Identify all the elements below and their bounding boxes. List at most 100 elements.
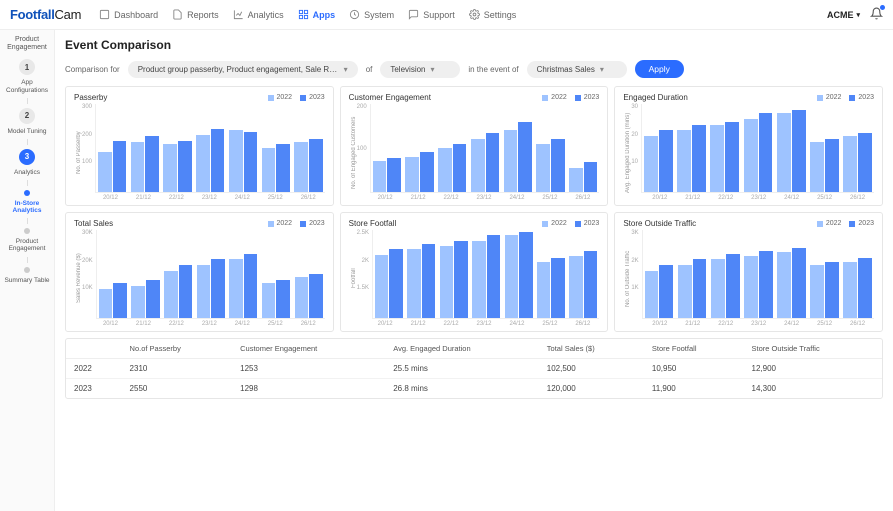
metrics-select[interactable]: Product group passerby, Product engageme…: [128, 61, 358, 78]
bar-group: [229, 230, 257, 318]
y-axis-ticks: 3K2K1K: [631, 230, 641, 319]
filter-in: in the event of: [468, 65, 518, 74]
top-right: ACME ▾: [827, 7, 883, 23]
chart-header: Customer Engagement20222023: [349, 93, 600, 102]
sidebar: Product Engagement 1 App Configurations …: [0, 30, 55, 511]
bar-group: [131, 230, 159, 318]
nav-apps[interactable]: Apps: [298, 9, 336, 20]
bar-group: [644, 104, 673, 192]
x-axis-ticks: 20/1221/1222/1223/1224/1225/1226/12: [82, 195, 325, 201]
chart-header: Total Sales20222023: [74, 219, 325, 228]
apply-button[interactable]: Apply: [635, 60, 684, 78]
bar-group: [472, 230, 500, 318]
nav-label: Settings: [484, 10, 517, 20]
bar-group: [777, 104, 806, 192]
legend-item: 2023: [849, 220, 874, 227]
sub-product-engagement[interactable]: Product Engagement: [0, 238, 54, 252]
bar: [584, 251, 597, 318]
system-icon: [349, 9, 360, 20]
bar-group: [197, 230, 225, 318]
nav-label: Apps: [313, 10, 336, 20]
connector: [27, 218, 28, 224]
bar-group: [99, 230, 127, 318]
bar-group: [98, 104, 126, 192]
legend-swatch: [268, 221, 274, 227]
filter-prefix: Comparison for: [65, 65, 120, 74]
sub-bullet-active[interactable]: [24, 190, 30, 196]
bar: [197, 265, 211, 318]
nav-settings[interactable]: Settings: [469, 9, 517, 20]
bar: [309, 139, 323, 192]
table-cell: 12,900: [744, 359, 883, 379]
gear-icon: [469, 9, 480, 20]
bar: [211, 259, 225, 318]
bar: [825, 139, 839, 192]
bar: [536, 144, 550, 192]
y-axis-ticks: 302010: [631, 104, 641, 193]
event-select[interactable]: Christmas Sales ▾: [527, 61, 627, 78]
bar-group: [295, 230, 323, 318]
sub-summary-table[interactable]: Summary Table: [2, 277, 51, 284]
bar: [229, 259, 243, 318]
bar: [131, 142, 145, 192]
nav-label: Reports: [187, 10, 219, 20]
bars-area: [642, 230, 874, 319]
chevron-down-icon: ▾: [431, 65, 435, 74]
bar-group: [536, 104, 564, 192]
bar-group: [710, 104, 739, 192]
sub-in-store[interactable]: In-Store Analytics: [0, 200, 54, 214]
nav-support[interactable]: Support: [408, 9, 455, 20]
legend-item: 2023: [849, 94, 874, 101]
sub-bullet[interactable]: [24, 228, 30, 234]
category-select[interactable]: Television ▾: [380, 61, 460, 78]
bar-group: [711, 230, 740, 318]
nav-dashboard[interactable]: Dashboard: [99, 9, 158, 20]
account-menu[interactable]: ACME ▾: [827, 10, 860, 20]
table-cell: 14,300: [744, 379, 883, 399]
chevron-down-icon: ▾: [856, 11, 860, 19]
bar: [537, 262, 550, 318]
support-icon: [408, 9, 419, 20]
bar-group: [471, 104, 499, 192]
nav-reports[interactable]: Reports: [172, 9, 219, 20]
step-1-badge[interactable]: 1: [19, 59, 35, 75]
bar-group: [375, 230, 403, 318]
bar: [422, 244, 435, 318]
sub-bullet[interactable]: [24, 267, 30, 273]
nav-system[interactable]: System: [349, 9, 394, 20]
table-cell: 2310: [122, 359, 233, 379]
chart-legend: 20222023: [817, 220, 874, 227]
bar: [179, 265, 193, 318]
bar-group: [569, 104, 597, 192]
legend-item: 2022: [268, 94, 293, 101]
bar: [692, 125, 706, 192]
bar: [373, 161, 387, 192]
table-header-cell: Customer Engagement: [232, 339, 385, 359]
step-3-badge[interactable]: 3: [19, 149, 35, 165]
step-2-badge[interactable]: 2: [19, 108, 35, 124]
bar: [420, 152, 434, 192]
bar-group: [505, 230, 533, 318]
table-cell: 2022: [66, 359, 122, 379]
legend-swatch: [300, 95, 306, 101]
chart-card: Passerby20222023No. of Passerby300200100…: [65, 86, 334, 206]
notifications-button[interactable]: [870, 7, 883, 23]
plot-area: 30K20K10K 20/1221/1222/1223/1224/1225/12…: [82, 230, 325, 327]
chart-body: No. of Engaged Customers200100 20/1221/1…: [349, 104, 600, 201]
bar-group: [537, 230, 565, 318]
legend-swatch: [268, 95, 274, 101]
y-axis-label: Avg. Engaged Duration (mins): [623, 104, 631, 201]
nav-analytics[interactable]: Analytics: [233, 9, 284, 20]
nav-label: Analytics: [248, 10, 284, 20]
nav-label: Dashboard: [114, 10, 158, 20]
bar: [551, 139, 565, 192]
chart-legend: 20222023: [817, 94, 874, 101]
bar: [792, 110, 806, 192]
reports-icon: [172, 9, 183, 20]
bar: [486, 133, 500, 192]
chart-header: Store Footfall20222023: [349, 219, 600, 228]
bar: [309, 274, 323, 318]
y-axis-ticks: 300200100: [82, 104, 95, 193]
table-cell: 2550: [122, 379, 233, 399]
bars-area: [96, 230, 325, 319]
